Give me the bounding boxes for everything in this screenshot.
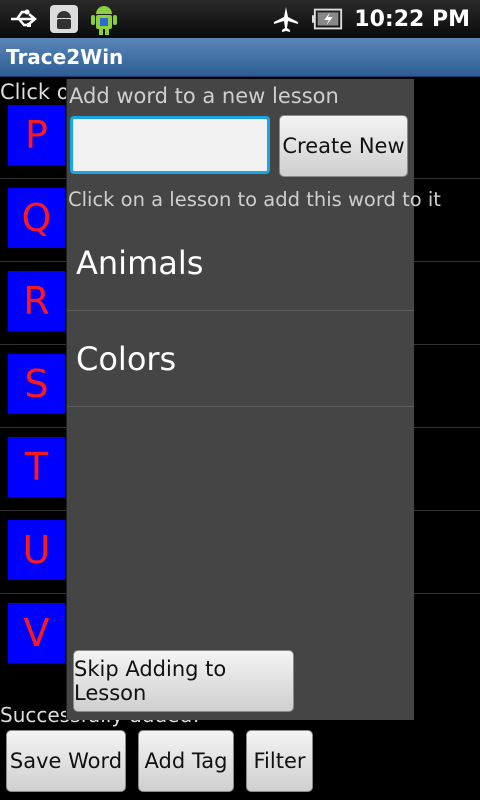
usb-icon (8, 4, 40, 34)
lesson-name-input[interactable] (70, 116, 270, 174)
app-title-bar: Trace2Win (0, 38, 480, 77)
lesson-item-animals[interactable]: Animals (67, 215, 414, 311)
status-bar: 10:22 PM (0, 0, 480, 38)
android-mascot-icon (88, 4, 120, 35)
letter-tile: T (8, 437, 65, 497)
add-tag-button[interactable]: Add Tag (138, 730, 234, 792)
letter-tile: R (8, 271, 65, 331)
new-lesson-label: Add word to a new lesson (69, 84, 339, 108)
skip-adding-button[interactable]: Skip Adding to Lesson (73, 650, 294, 712)
save-word-button[interactable]: Save Word (6, 730, 126, 792)
lesson-item-colors[interactable]: Colors (67, 311, 414, 407)
battery-charging-icon (312, 4, 344, 34)
add-to-lesson-dialog: Add word to a new lesson Create New Clic… (66, 79, 441, 720)
letter-tile: Q (8, 188, 65, 248)
bottom-button-bar: Save Word Add Tag Filter (0, 728, 480, 796)
lesson-item-label: Colors (76, 339, 177, 378)
create-new-button[interactable]: Create New (279, 115, 408, 177)
clock-time: 10:22 PM (354, 6, 470, 32)
letter-tile: U (8, 520, 65, 580)
letter-tile: V (8, 603, 65, 663)
filter-button[interactable]: Filter (246, 730, 313, 792)
lesson-item-label: Animals (76, 243, 204, 282)
airplane-mode-icon (270, 4, 302, 34)
app-title: Trace2Win (6, 45, 124, 69)
android-debug-icon (48, 4, 80, 34)
letter-tile: S (8, 354, 65, 414)
letter-tile: P (8, 105, 65, 165)
existing-lesson-label: Click on a lesson to add this word to it (68, 188, 441, 211)
